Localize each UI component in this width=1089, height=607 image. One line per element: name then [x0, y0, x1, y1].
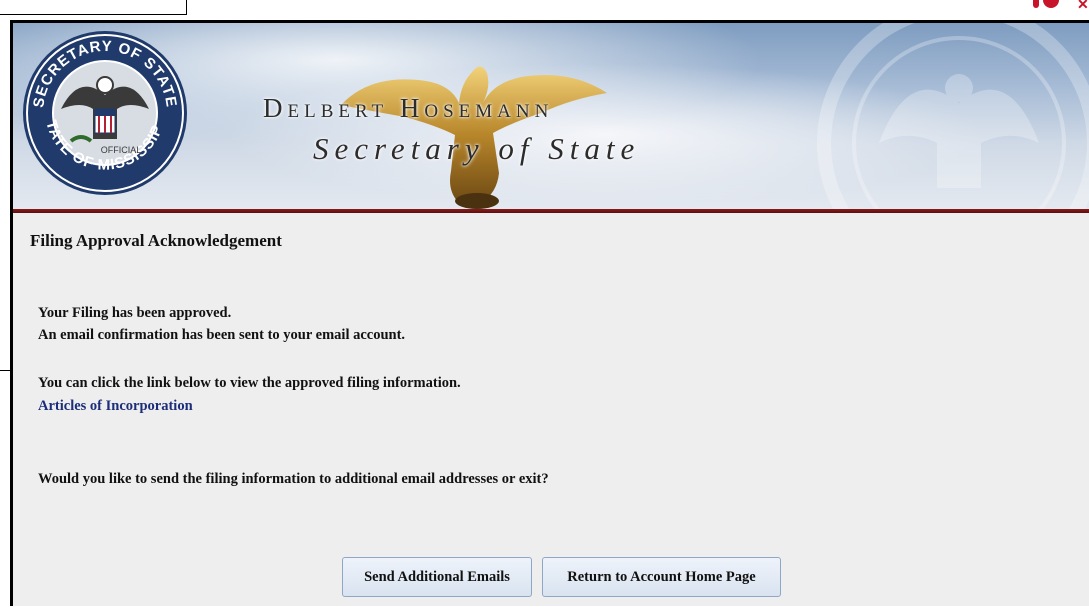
- view-instruction-text: You can click the link below to view the…: [38, 375, 461, 391]
- golden-eagle-icon: [341, 66, 607, 209]
- window-control-icon: [1033, 0, 1039, 8]
- watermark-seal-icon: [817, 23, 1089, 209]
- approval-message: Your Filing has been approved.: [38, 305, 232, 321]
- browser-window: SECRETARY OF STATE STATE OF MISSISSIPPI …: [10, 20, 1089, 606]
- seal-center-text: OFFICIAL: [101, 145, 142, 155]
- send-additional-emails-button[interactable]: Send Additional Emails: [342, 557, 532, 597]
- return-to-account-home-button[interactable]: Return to Account Home Page: [542, 557, 781, 597]
- banner-divider: [13, 209, 1089, 213]
- office-title: Secretary of State: [313, 131, 641, 166]
- official-name: Delbert Hosemann: [263, 93, 554, 123]
- window-controls: ✕: [999, 0, 1089, 12]
- background-window-edge: [0, 0, 187, 15]
- articles-of-incorporation-link[interactable]: Articles of Incorporation: [38, 398, 193, 415]
- page-title: Filing Approval Acknowledgement: [30, 231, 282, 250]
- close-icon[interactable]: ✕: [1077, 0, 1089, 12]
- window-control-icon: [1043, 0, 1059, 8]
- email-confirmation-message: An email confirmation has been sent to y…: [38, 327, 406, 343]
- site-banner: SECRETARY OF STATE STATE OF MISSISSIPPI …: [13, 23, 1089, 209]
- state-seal-icon: SECRETARY OF STATE STATE OF MISSISSIPPI …: [21, 29, 187, 195]
- email-question-text: Would you like to send the filing inform…: [38, 471, 549, 487]
